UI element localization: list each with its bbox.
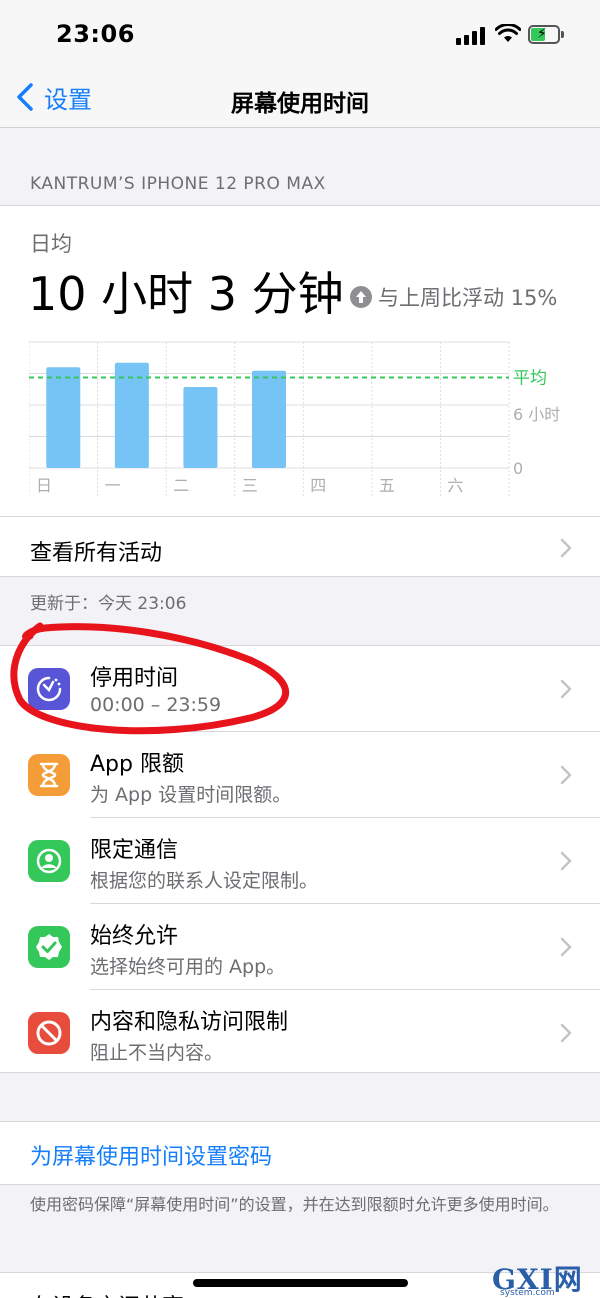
chevron-right-icon [560,937,572,957]
charging-bolt-icon: ⚡ [537,26,547,42]
updated-timestamp: 更新于：今天 23:06 [30,594,187,614]
chart-x-tick-label: 一 [105,476,121,495]
settings-list: 停用时间 00:00 – 23:59 App 限额 为 App 设置时间限额。 [0,645,600,1073]
set-passcode-link[interactable]: 为屏幕使用时间设置密码 [30,1139,272,1171]
chart-x-tick-label: 五 [379,476,395,495]
contact-icon [28,840,70,882]
chart-y-tick-label: 0 [513,459,523,478]
list-item-content-privacy[interactable]: 内容和隐私访问限制 阻止不当内容。 [0,990,600,1076]
usage-bar-chart: 日 一 二 三 四 五 六 平均 6 小时 0 [29,341,560,496]
chart-x-tick-label: 四 [310,476,326,495]
list-item-communication-limits[interactable]: 限定通信 根据您的联系人设定限制。 [0,818,600,904]
daily-average-value: 10 小时 3 分钟 [28,267,344,321]
list-item-subtitle: 根据您的联系人设定限制。 [90,870,319,892]
list-item-subtitle: 选择始终可用的 App。 [90,956,286,978]
list-item-app-limits[interactable]: App 限额 为 App 设置时间限额。 [0,732,600,818]
hourglass-icon [28,754,70,796]
checkmark-badge-icon [28,926,70,968]
chart-bar-日 [46,367,81,468]
list-item-title: 限定通信 [90,838,179,863]
chevron-right-icon [560,538,572,558]
passcode-group: 为屏幕使用时间设置密码 [0,1121,600,1185]
chart-x-tick-label: 二 [173,476,189,495]
wifi-icon [495,24,521,42]
watermark-sub: system.com [500,1288,555,1298]
cellular-signal-icon [456,27,486,45]
home-indicator[interactable] [193,1279,408,1287]
status-time: 23:06 [56,20,135,48]
chart-x-tick-label: 日 [36,476,52,495]
view-all-activity-row[interactable]: 查看所有活动 [0,516,600,578]
passcode-footer-text: 使用密码保障“屏幕使用时间”的设置，并在达到限额时允许更多使用时间。 [30,1195,559,1214]
chart-x-tick-label: 三 [242,476,258,495]
list-item-title: 始终允许 [90,924,179,949]
chart-x-tick-label: 六 [447,476,463,495]
list-item-downtime[interactable]: 停用时间 00:00 – 23:59 [0,646,600,732]
list-item-always-allowed[interactable]: 始终允许 选择始终可用的 App。 [0,904,600,990]
chart-y-tick-label: 6 小时 [513,405,560,424]
chevron-right-icon [560,679,572,699]
list-item-title: App 限额 [90,752,184,777]
weekly-trend-text: 与上周比浮动 15% [378,286,558,310]
view-all-activity-label: 查看所有活动 [30,541,163,566]
device-name-header: KANTRUM’S IPHONE 12 PRO MAX [30,174,326,194]
list-item-subtitle: 为 App 设置时间限额。 [90,784,292,806]
daily-average-label: 日均 [30,232,72,256]
status-bar: 23:06 ⚡ [0,0,600,66]
chart-average-label: 平均 [513,369,547,389]
list-item-title: 内容和隐私访问限制 [90,1010,289,1035]
navigation-bar: 设置 屏幕使用时间 [0,66,600,128]
chevron-right-icon [560,1023,572,1043]
weekly-trend: 与上周比浮动 15% [350,282,557,312]
restriction-icon [28,1012,70,1054]
arrow-up-circle-icon [350,286,372,308]
share-across-devices-label: 在设备之间共享 [30,1289,184,1298]
watermark-logo: GXI网 system.com [492,1258,592,1298]
list-item-subtitle: 00:00 – 23:59 [90,694,222,716]
list-item-subtitle: 阻止不当内容。 [90,1042,224,1064]
daily-average-card: 日均 10 小时 3 分钟 与上周比浮动 15% 日一二三四五六平均 6 小时 0 … [0,205,600,577]
chevron-right-icon [560,765,572,785]
downtime-icon [28,668,70,710]
page-title: 屏幕使用时间 [231,91,369,117]
list-item-title: 停用时间 [90,666,179,691]
battery-icon: ⚡ [528,25,564,44]
chart-bar-二 [183,387,218,468]
chart-bar-三 [252,370,286,468]
chevron-right-icon [560,851,572,871]
